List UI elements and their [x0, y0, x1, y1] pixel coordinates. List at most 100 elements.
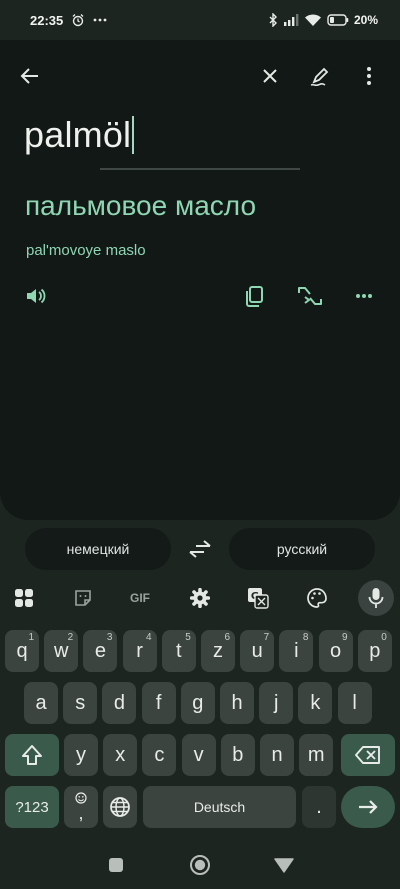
key-v[interactable]: v — [181, 734, 216, 776]
key-u-hint: 7 — [263, 632, 270, 643]
key-q[interactable]: q1 — [5, 630, 39, 672]
recents-square-icon — [109, 858, 123, 872]
key-c-label: c — [154, 743, 165, 766]
home-button[interactable] — [180, 845, 220, 885]
swap-arrows-icon — [189, 540, 211, 558]
key-p[interactable]: p0 — [357, 630, 392, 672]
key-b-label: b — [232, 743, 244, 766]
battery-icon — [327, 14, 349, 26]
key-g-label: g — [192, 691, 204, 714]
enter-key[interactable] — [341, 786, 395, 828]
settings-button[interactable] — [180, 578, 220, 618]
key-z[interactable]: z6 — [201, 630, 235, 672]
space-key[interactable]: Deutsch — [143, 786, 296, 828]
copy-icon — [246, 286, 263, 307]
key-w-label: w — [53, 639, 69, 662]
back-nav-button[interactable] — [264, 845, 304, 885]
key-m-label: m — [307, 743, 325, 766]
key-y[interactable]: y — [64, 734, 98, 776]
key-x[interactable]: x — [103, 734, 138, 776]
source-language-button[interactable]: немецкий — [25, 528, 171, 570]
wifi-icon — [304, 13, 322, 27]
clear-button[interactable] — [250, 56, 290, 96]
close-icon — [263, 69, 277, 83]
key-t-label: t — [176, 639, 182, 662]
key-s[interactable]: s — [63, 682, 98, 724]
status-time: 22:35 — [30, 12, 64, 28]
shift-icon — [22, 745, 42, 765]
key-c[interactable]: c — [142, 734, 177, 776]
more-vert-icon — [367, 67, 371, 85]
key-e-label: e — [94, 639, 106, 662]
back-triangle-icon — [274, 858, 294, 873]
key-h[interactable]: h — [220, 682, 254, 724]
key-e-hint: 3 — [106, 632, 113, 643]
sticker-button[interactable] — [63, 578, 103, 618]
key-d[interactable]: d — [102, 682, 137, 724]
backspace-icon — [355, 746, 380, 764]
voice-input-button[interactable] — [358, 580, 394, 616]
key-g[interactable]: g — [180, 682, 215, 724]
key-z-hint: 6 — [224, 632, 230, 643]
key-m[interactable]: m — [299, 734, 334, 776]
period-key-label: . — [316, 795, 322, 818]
key-d-label: d — [113, 691, 125, 714]
target-language-button[interactable]: русский — [229, 528, 375, 570]
key-v-label: v — [193, 743, 204, 766]
language-switch-key[interactable] — [103, 786, 137, 828]
key-l-label: l — [352, 691, 357, 714]
text-cursor — [132, 116, 135, 154]
source-language-label: немецкий — [66, 541, 130, 557]
period-key[interactable]: . — [302, 786, 336, 828]
gif-icon: GIF — [130, 591, 150, 605]
key-w-hint: 2 — [67, 632, 74, 643]
key-j[interactable]: j — [259, 682, 294, 724]
source-text: palmöl — [24, 114, 132, 155]
key-f[interactable]: f — [141, 682, 176, 724]
more-options-button[interactable] — [349, 56, 389, 96]
alternatives-button[interactable] — [290, 276, 330, 316]
key-e[interactable]: e3 — [83, 630, 118, 672]
key-n[interactable]: n — [260, 734, 294, 776]
speaker-icon — [27, 288, 46, 304]
key-u-label: u — [251, 639, 263, 662]
translate-button[interactable]: G — [238, 578, 278, 618]
handwriting-icon — [310, 67, 329, 87]
key-i[interactable]: i8 — [279, 630, 314, 672]
key-a-label: a — [35, 691, 47, 714]
source-input[interactable]: palmöl — [24, 114, 135, 156]
back-button[interactable] — [10, 56, 50, 96]
key-u[interactable]: u7 — [240, 630, 275, 672]
key-w[interactable]: w2 — [44, 630, 79, 672]
swap-languages-button[interactable] — [180, 529, 220, 569]
recents-button[interactable] — [96, 845, 136, 885]
key-l[interactable]: l — [337, 682, 372, 724]
key-k[interactable]: k — [298, 682, 333, 724]
key-o-hint: 9 — [342, 632, 348, 643]
apps-grid-button[interactable] — [4, 578, 44, 618]
gif-button[interactable]: GIF — [120, 578, 160, 618]
symbols-key[interactable]: ?123 — [5, 786, 59, 828]
key-t[interactable]: t5 — [161, 630, 196, 672]
apps-grid-icon — [15, 589, 33, 607]
more-actions-button[interactable] — [344, 276, 384, 316]
copy-button[interactable] — [234, 276, 274, 316]
home-circle-icon — [190, 855, 210, 875]
key-b[interactable]: b — [220, 734, 255, 776]
key-o[interactable]: o9 — [318, 630, 353, 672]
key-x-label: x — [115, 743, 126, 766]
key-i-hint: 8 — [302, 632, 309, 643]
backspace-key[interactable] — [341, 734, 395, 776]
key-r-hint: 4 — [146, 632, 152, 643]
shift-key[interactable] — [5, 734, 59, 776]
key-p-hint: 0 — [381, 632, 387, 643]
emoji-comma-key[interactable]: , — [64, 786, 98, 828]
key-r-label: r — [136, 639, 143, 662]
handwriting-button[interactable] — [300, 56, 340, 96]
listen-button[interactable] — [16, 276, 56, 316]
key-a[interactable]: a — [24, 682, 58, 724]
key-j-label: j — [273, 691, 279, 714]
battery-percent: 20% — [353, 13, 378, 27]
theme-button[interactable] — [297, 578, 337, 618]
key-r[interactable]: r4 — [122, 630, 157, 672]
